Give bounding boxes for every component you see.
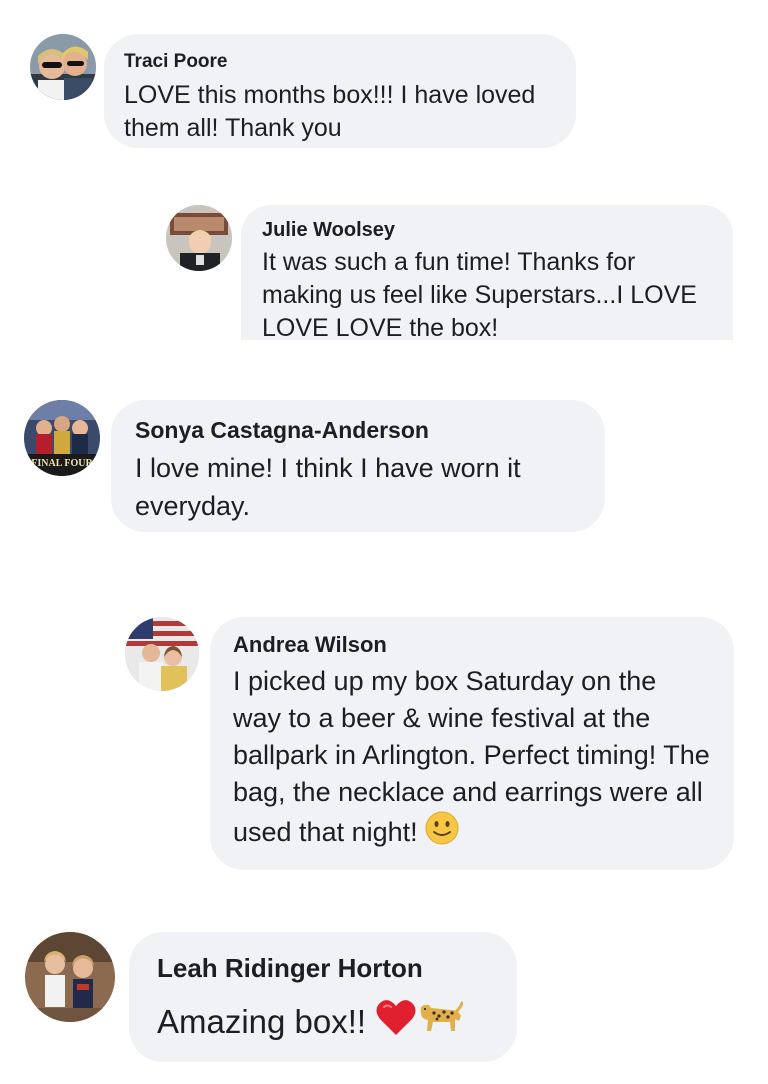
profile-photo-icon xyxy=(166,205,232,271)
comment-author[interactable]: Leah Ridinger Horton xyxy=(157,952,490,984)
comment-text: Amazing box!! xyxy=(157,999,490,1048)
comment-text: It was such a fun time! Thanks for makin… xyxy=(262,248,697,342)
comment-author[interactable]: Traci Poore xyxy=(124,50,556,74)
profile-photo-icon xyxy=(30,34,96,100)
comment-bubble: Traci Poore LOVE this months box!!! I ha… xyxy=(104,34,576,148)
comment-text: I love mine! I think I have worn it ever… xyxy=(135,453,521,521)
comment-author[interactable]: Sonya Castagna-Anderson xyxy=(135,416,581,444)
red-heart-icon xyxy=(375,999,417,1048)
avatar[interactable] xyxy=(25,932,115,1022)
slightly-smiling-face-icon xyxy=(425,811,459,855)
avatar[interactable] xyxy=(30,34,96,100)
avatar[interactable] xyxy=(166,205,232,271)
comment-bubble: Julie Woolsey It was such a fun time! Th… xyxy=(241,205,733,342)
comment-text: LOVE this months box!!! I have loved the… xyxy=(124,81,536,142)
profile-photo-icon xyxy=(125,617,199,691)
comment-bubble: Leah Ridinger Horton Amazing box!! xyxy=(129,932,517,1062)
comment-text: I picked up my box Saturday on the way t… xyxy=(233,663,710,855)
avatar[interactable] xyxy=(125,617,199,691)
profile-photo-icon xyxy=(25,932,115,1022)
comment-author[interactable]: Andrea Wilson xyxy=(233,631,710,659)
profile-photo-icon: FINAL FOUR xyxy=(24,400,100,476)
comment-bubble: Sonya Castagna-Anderson I love mine! I t… xyxy=(111,400,605,532)
svg-text:FINAL FOUR: FINAL FOUR xyxy=(31,458,93,469)
comment-author[interactable]: Julie Woolsey xyxy=(262,218,713,242)
comment-bubble: Andrea Wilson I picked up my box Saturda… xyxy=(210,617,734,870)
avatar[interactable]: FINAL FOUR xyxy=(24,400,100,476)
leopard-icon xyxy=(417,1001,464,1048)
